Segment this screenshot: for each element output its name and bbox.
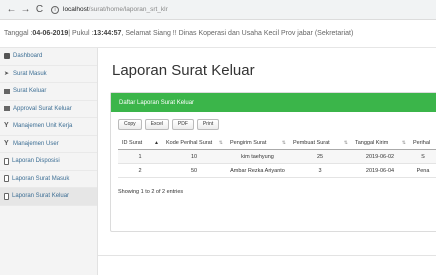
sidebar-item-label: Manajemen User [13,140,59,147]
column-label: Pengirim Surat [230,139,267,146]
sidebar-item-surat-keluar[interactable]: Surat Keluar [0,83,97,101]
report-panel: Daftar Laporan Surat Keluar Copy Excel P… [110,92,436,232]
cell-pembuat: 25 [316,153,324,160]
report-table: ID Surat ▲ Kode Perihal Surat ⇅ Pengirim… [118,136,436,178]
cell-tanggal-kirim: 2019-06-04 [365,167,395,174]
sidebar-item-label: Manajemen Unit Kerja [13,123,73,130]
cell-perihal: S [421,153,425,160]
column-label: Perihal [413,139,431,146]
forward-icon[interactable]: → [20,3,31,17]
envelope-icon [4,88,10,94]
column-label: ID Surat [122,139,143,146]
table-info: Showing 1 to 2 of 2 entries [118,189,184,195]
sidebar-item-label: Approval Surat Keluar [13,105,72,112]
sidebar: Dashboard ➤ Surat Masuk Surat Keluar App… [0,48,98,275]
browser-toolbar: ← → C i localhost /surat/home/laporan_sr… [0,0,436,20]
sort-icon: ⇅ [281,139,286,146]
main-content: Laporan Surat Keluar Daftar Laporan Sura… [98,48,436,275]
divider [98,255,436,256]
sort-icon: ⇅ [343,139,348,146]
sidebar-item-laporan-disposisi[interactable]: Laporan Disposisi [0,153,97,171]
column-label: Kode Perihal Surat [166,139,213,146]
cell-kode-perihal: 10 [190,153,198,160]
sidebar-item-label: Dashboard [13,53,43,60]
column-header-tanggal-kirim[interactable]: Tanggal Kirim ⇅ [351,136,409,149]
column-label: Pembuat Surat [293,139,330,146]
time-prefix: | Pukul : [68,30,94,37]
sidebar-item-label: Laporan Disposisi [12,158,60,165]
wrench-icon: Y [4,139,9,147]
sidebar-item-manajemen-unit-kerja[interactable]: Y Manajemen Unit Kerja [0,118,97,136]
column-header-id-surat[interactable]: ID Surat ▲ [118,136,162,149]
greeting-text: , Selamat Siang !! Dinas Koperasi dan Us… [121,30,354,37]
cell-kode-perihal: 50 [190,167,198,174]
back-icon[interactable]: ← [6,3,17,17]
cell-id-surat: 1 [138,153,142,160]
table-row: 2 50 Ambar Rezka Ariyanto 3 2019-06-04 P… [118,164,436,178]
column-label: Tanggal Kirim [355,139,389,146]
copy-button[interactable]: Copy [118,119,142,130]
sidebar-item-approval-surat-keluar[interactable]: Approval Surat Keluar [0,101,97,118]
info-icon[interactable]: i [51,5,59,14]
date-time-bar: Tanggal : 04-06-2019 | Pukul : 13:44:57 … [0,20,436,48]
sidebar-item-label: Laporan Surat Masuk [12,175,70,182]
wrench-icon: Y [4,122,9,130]
cell-perihal: Pena [416,167,430,174]
sidebar-item-laporan-surat-keluar[interactable]: Laporan Surat Keluar [0,188,97,206]
cell-id-surat: 2 [138,167,142,174]
cell-pengirim: Ambar Rezka Ariyanto [230,167,285,174]
table-row: 1 10 kim taehyung 25 2019-06-02 S [118,150,436,164]
column-header-kode-perihal[interactable]: Kode Perihal Surat ⇅ [162,136,226,149]
date-prefix: Tanggal : [4,30,33,37]
send-icon: ➤ [4,70,10,77]
url-path: /surat/home/laporan_srt_klr [88,6,168,13]
cell-tanggal-kirim: 2019-06-02 [365,153,395,160]
reload-icon[interactable]: C [34,3,45,17]
envelope-icon [4,106,10,112]
sort-icon: ⇅ [218,139,223,146]
url-host: localhost [63,6,89,13]
column-header-perihal[interactable]: Perihal [409,136,436,149]
sidebar-item-label: Laporan Surat Keluar [12,193,70,200]
sidebar-item-dashboard[interactable]: Dashboard [0,48,97,66]
cell-pembuat: 3 [318,167,322,174]
excel-button[interactable]: Excel [144,119,169,130]
document-icon [4,192,9,200]
table-header: ID Surat ▲ Kode Perihal Surat ⇅ Pengirim… [118,136,436,150]
sidebar-item-laporan-surat-masuk[interactable]: Laporan Surat Masuk [0,171,97,188]
current-time: 13:44:57 [93,30,122,37]
sidebar-item-label: Surat Masuk [13,70,47,77]
column-header-pengirim[interactable]: Pengirim Surat ⇅ [226,136,289,149]
address-bar[interactable]: i localhost /surat/home/laporan_srt_klr [51,3,436,17]
print-button[interactable]: Print [196,119,220,130]
sidebar-item-manajemen-user[interactable]: Y Manajemen User [0,136,97,153]
page-title: Laporan Surat Keluar [112,62,255,79]
column-header-pembuat[interactable]: Pembuat Surat ⇅ [289,136,351,149]
sidebar-item-surat-masuk[interactable]: ➤ Surat Masuk [0,66,97,83]
current-date: 04-06-2019 [32,30,69,37]
sort-icon: ⇅ [401,139,406,146]
sidebar-item-label: Surat Keluar [13,88,47,95]
pdf-button[interactable]: PDF [171,119,194,130]
cell-pengirim: kim taehyung [241,153,274,160]
dashboard-icon [4,53,10,60]
document-icon [4,157,9,165]
export-buttons: Copy Excel PDF Print [118,119,222,130]
panel-heading: Daftar Laporan Surat Keluar [111,93,436,112]
sort-asc-icon: ▲ [154,139,159,146]
document-icon [4,175,9,183]
